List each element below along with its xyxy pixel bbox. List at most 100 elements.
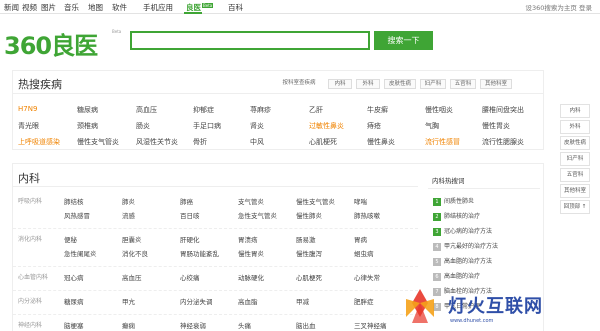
hot-disease-link[interactable]: 手足口病	[193, 121, 221, 131]
disease-link[interactable]: 急性阑尾炎	[64, 248, 97, 258]
tab-other[interactable]: 其他科室	[480, 79, 512, 89]
disease-link[interactable]: 胃溃疡	[238, 234, 258, 244]
disease-link[interactable]: 胃肠功能紊乱	[180, 248, 219, 258]
side-dermatology[interactable]: 皮肤性病	[560, 136, 590, 150]
disease-link[interactable]: 支气管炎	[238, 196, 264, 206]
disease-link[interactable]: 肠易激	[296, 234, 316, 244]
disease-link[interactable]: 神经衰弱	[180, 320, 206, 330]
side-back-to-top[interactable]: 回顶部 ↑	[560, 200, 590, 214]
nav-right-links[interactable]: 设360搜索为主页 登录	[526, 2, 592, 12]
hot-disease-link[interactable]: 风湿性关节炎	[136, 137, 178, 147]
hot-query-item[interactable]: 1 间质性肺炎	[433, 196, 474, 206]
disease-link[interactable]: 慢性腹泻	[296, 248, 322, 258]
disease-link[interactable]: 流感	[122, 210, 135, 220]
disease-link[interactable]: 心律失常	[354, 272, 380, 282]
search-input[interactable]	[130, 31, 370, 50]
category-label[interactable]: 神经内科	[18, 320, 42, 329]
side-ent[interactable]: 五官科	[560, 168, 590, 182]
hot-disease-link[interactable]: 肾炎	[250, 121, 264, 131]
disease-link[interactable]: 胆囊炎	[122, 234, 142, 244]
hot-disease-link[interactable]: H7N9	[18, 105, 37, 113]
category-label[interactable]: 消化内科	[18, 234, 42, 243]
disease-link[interactable]: 肺癌	[180, 196, 193, 206]
disease-link[interactable]: 内分泌失调	[180, 296, 213, 306]
hot-disease-link[interactable]: 糖尿病	[77, 105, 98, 115]
disease-link[interactable]: 慢性支气管炎	[296, 196, 335, 206]
disease-link[interactable]: 动脉硬化	[238, 272, 264, 282]
disease-link[interactable]: 慢性胃炎	[238, 248, 264, 258]
hot-disease-link[interactable]: 抑郁症	[193, 105, 214, 115]
category-label[interactable]: 内分泌科	[18, 296, 42, 305]
nav-video[interactable]: 视频	[22, 2, 37, 13]
hot-disease-link[interactable]: 肠炎	[136, 121, 150, 131]
nav-map[interactable]: 地图	[88, 2, 103, 13]
disease-link[interactable]: 肝硬化	[180, 234, 200, 244]
disease-link[interactable]: 蛔虫病	[354, 248, 374, 258]
disease-link[interactable]: 消化不良	[122, 248, 148, 258]
hot-disease-link[interactable]: 颈椎病	[77, 121, 98, 131]
hot-query-item[interactable]: 6 高血脂的治疗	[433, 271, 480, 281]
hot-disease-link[interactable]: 气胸	[425, 121, 439, 131]
disease-link[interactable]: 高血压	[122, 272, 142, 282]
disease-link[interactable]: 脑梗塞	[64, 320, 84, 330]
side-internal[interactable]: 内科	[560, 104, 590, 118]
hot-disease-link[interactable]: 乙肝	[309, 105, 323, 115]
hot-disease-link[interactable]: 荨麻疹	[250, 105, 271, 115]
hot-disease-link[interactable]: 牛皮癣	[367, 105, 388, 115]
side-surgery[interactable]: 外科	[560, 120, 590, 134]
logo[interactable]: 360良医	[4, 26, 98, 61]
search-button[interactable]: 搜索一下	[374, 31, 433, 50]
disease-link[interactable]: 哮喘	[354, 196, 367, 206]
hot-disease-link[interactable]: 中风	[250, 137, 264, 147]
hot-disease-link[interactable]: 上呼吸道感染	[18, 137, 60, 147]
side-obgyn[interactable]: 妇产科	[560, 152, 590, 166]
hot-disease-link[interactable]: 慢性鼻炎	[367, 137, 395, 147]
hot-disease-link[interactable]: 慢性咽炎	[425, 105, 453, 115]
hot-disease-link[interactable]: 流行性感冒	[425, 137, 460, 147]
tab-surgery[interactable]: 外科	[356, 79, 380, 89]
hot-disease-link[interactable]: 慢性支气管炎	[77, 137, 119, 147]
disease-link[interactable]: 肺结核	[64, 196, 84, 206]
hot-disease-link[interactable]: 心肌梗死	[309, 137, 337, 147]
tab-ent[interactable]: 五官科	[450, 79, 476, 89]
hot-disease-link[interactable]: 青光眼	[18, 121, 39, 131]
hot-query-item[interactable]: 3 冠心病的治疗方法	[433, 226, 492, 236]
disease-link[interactable]: 头痛	[238, 320, 251, 330]
nav-music[interactable]: 音乐	[64, 2, 79, 13]
hot-disease-link[interactable]: 痔疮	[367, 121, 381, 131]
tab-internal[interactable]: 内科	[328, 79, 352, 89]
hot-query-item[interactable]: 4 甲亢最好的治疗方法	[433, 241, 498, 251]
disease-link[interactable]: 肺炎	[122, 196, 135, 206]
category-label[interactable]: 呼吸内科	[18, 196, 42, 205]
disease-link[interactable]: 心绞痛	[180, 272, 200, 282]
hot-disease-link[interactable]: 腰椎间盘突出	[482, 105, 524, 115]
nav-baike[interactable]: 百科	[228, 2, 243, 13]
disease-link[interactable]: 肥胖症	[354, 296, 374, 306]
nav-images[interactable]: 图片	[41, 2, 56, 13]
disease-link[interactable]: 甲亢	[122, 296, 135, 306]
nav-software[interactable]: 软件	[112, 2, 127, 13]
hot-disease-link[interactable]: 高血压	[136, 105, 157, 115]
side-other[interactable]: 其他科室	[560, 184, 590, 198]
disease-link[interactable]: 甲减	[296, 296, 309, 306]
disease-link[interactable]: 心肌梗死	[296, 272, 322, 282]
disease-link[interactable]: 冠心病	[64, 272, 84, 282]
tab-dermatology[interactable]: 皮肤性病	[384, 79, 416, 89]
disease-link[interactable]: 便秘	[64, 234, 77, 244]
nav-news[interactable]: 新闻	[4, 2, 19, 13]
disease-link[interactable]: 风热感冒	[64, 210, 90, 220]
hot-disease-link[interactable]: 过敏性鼻炎	[309, 121, 344, 131]
disease-link[interactable]: 高血脂	[238, 296, 258, 306]
disease-link[interactable]: 胃病	[354, 234, 367, 244]
hot-disease-link[interactable]: 骨折	[193, 137, 207, 147]
hot-query-item[interactable]: 5 高血脂的治疗方法	[433, 256, 492, 266]
hot-disease-link[interactable]: 慢性胃炎	[482, 121, 510, 131]
disease-link[interactable]: 三叉神经痛	[354, 320, 387, 330]
disease-link[interactable]: 慢性肺炎	[296, 210, 322, 220]
disease-link[interactable]: 急性支气管炎	[238, 210, 277, 220]
disease-link[interactable]: 糖尿病	[64, 296, 84, 306]
disease-link[interactable]: 脑出血	[296, 320, 316, 330]
hot-query-item[interactable]: 2 肺结核的治疗	[433, 211, 480, 221]
category-label[interactable]: 心血管内科	[18, 272, 48, 281]
hot-disease-link[interactable]: 流行性腮腺炎	[482, 137, 524, 147]
